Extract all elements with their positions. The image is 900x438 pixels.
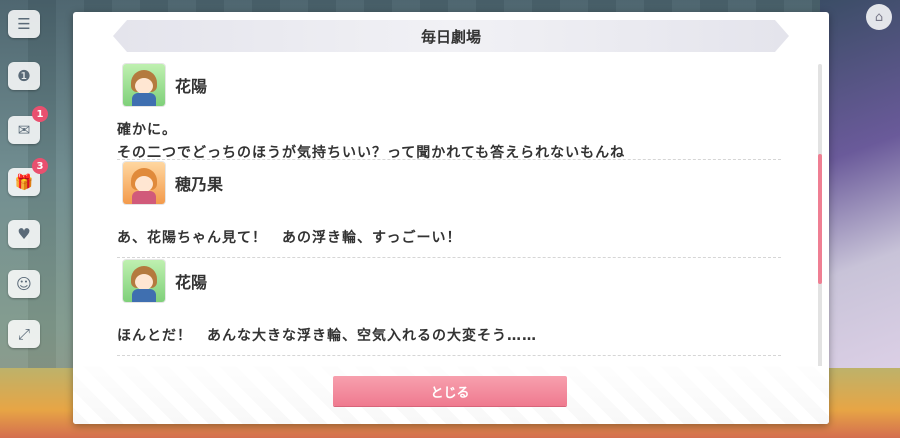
speaker-row: 花陽: [123, 64, 207, 106]
speech-icon[interactable]: ❶: [8, 62, 40, 90]
hanayo-avatar: [123, 64, 165, 106]
expand-icon[interactable]: ⤢: [8, 320, 40, 348]
log-entry: 花陽 確かに。 その二つでどっちのほうが気持ちいい？って聞かれても答えられないも…: [117, 62, 781, 161]
dialogue-line: ほんとだ！ あんな大きな浮き輪、空気入れるの大変そう……: [117, 328, 537, 344]
dialogue-line: その二つでどっちのほうが気持ちいい？って聞かれても答えられないもんね: [117, 145, 626, 161]
dialog-title: 毎日劇場: [420, 27, 481, 46]
speaker-name: 花陽: [175, 77, 208, 96]
story-log-dialog: 毎日劇場 花陽 確かに。 その二つでどっちのほうが気持ちいい？って聞かれても答え…: [73, 12, 829, 424]
speaker-name: 花陽: [175, 273, 208, 292]
notification-badge: 3: [32, 158, 48, 174]
dialogue-line: 確かに。: [117, 122, 177, 138]
log-entry: 花陽 ほんとだ！ あんな大きな浮き輪、空気入れるの大変そう……: [117, 258, 781, 356]
home-icon[interactable]: ⌂: [866, 4, 892, 30]
close-button[interactable]: とじる: [333, 376, 567, 406]
members-icon[interactable]: ☺: [8, 270, 40, 298]
speaker-row: 穂乃果: [123, 162, 223, 204]
dialogue-line: あ、花陽ちゃん見て！ あの浮き輪、すっごーい！: [117, 230, 462, 246]
notification-badge: 1: [32, 106, 48, 122]
dialog-title-bar: 毎日劇場: [113, 20, 789, 52]
menu-icon[interactable]: ☰: [8, 10, 40, 38]
honoka-avatar: [123, 162, 165, 204]
scrollbar[interactable]: [818, 64, 822, 378]
scrollbar-thumb[interactable]: [818, 154, 822, 284]
dialogue-log[interactable]: 花陽 確かに。 その二つでどっちのほうが気持ちいい？って聞かれても答えられないも…: [117, 62, 781, 356]
speaker-name: 穂乃果: [175, 175, 224, 194]
log-entry: 穂乃果 あ、花陽ちゃん見て！ あの浮き輪、すっごーい！: [117, 160, 781, 258]
speaker-row: 花陽: [123, 260, 207, 302]
dialog-footer: とじる: [73, 366, 829, 424]
heart-icon[interactable]: ♥: [8, 220, 40, 248]
hanayo-avatar: [123, 260, 165, 302]
